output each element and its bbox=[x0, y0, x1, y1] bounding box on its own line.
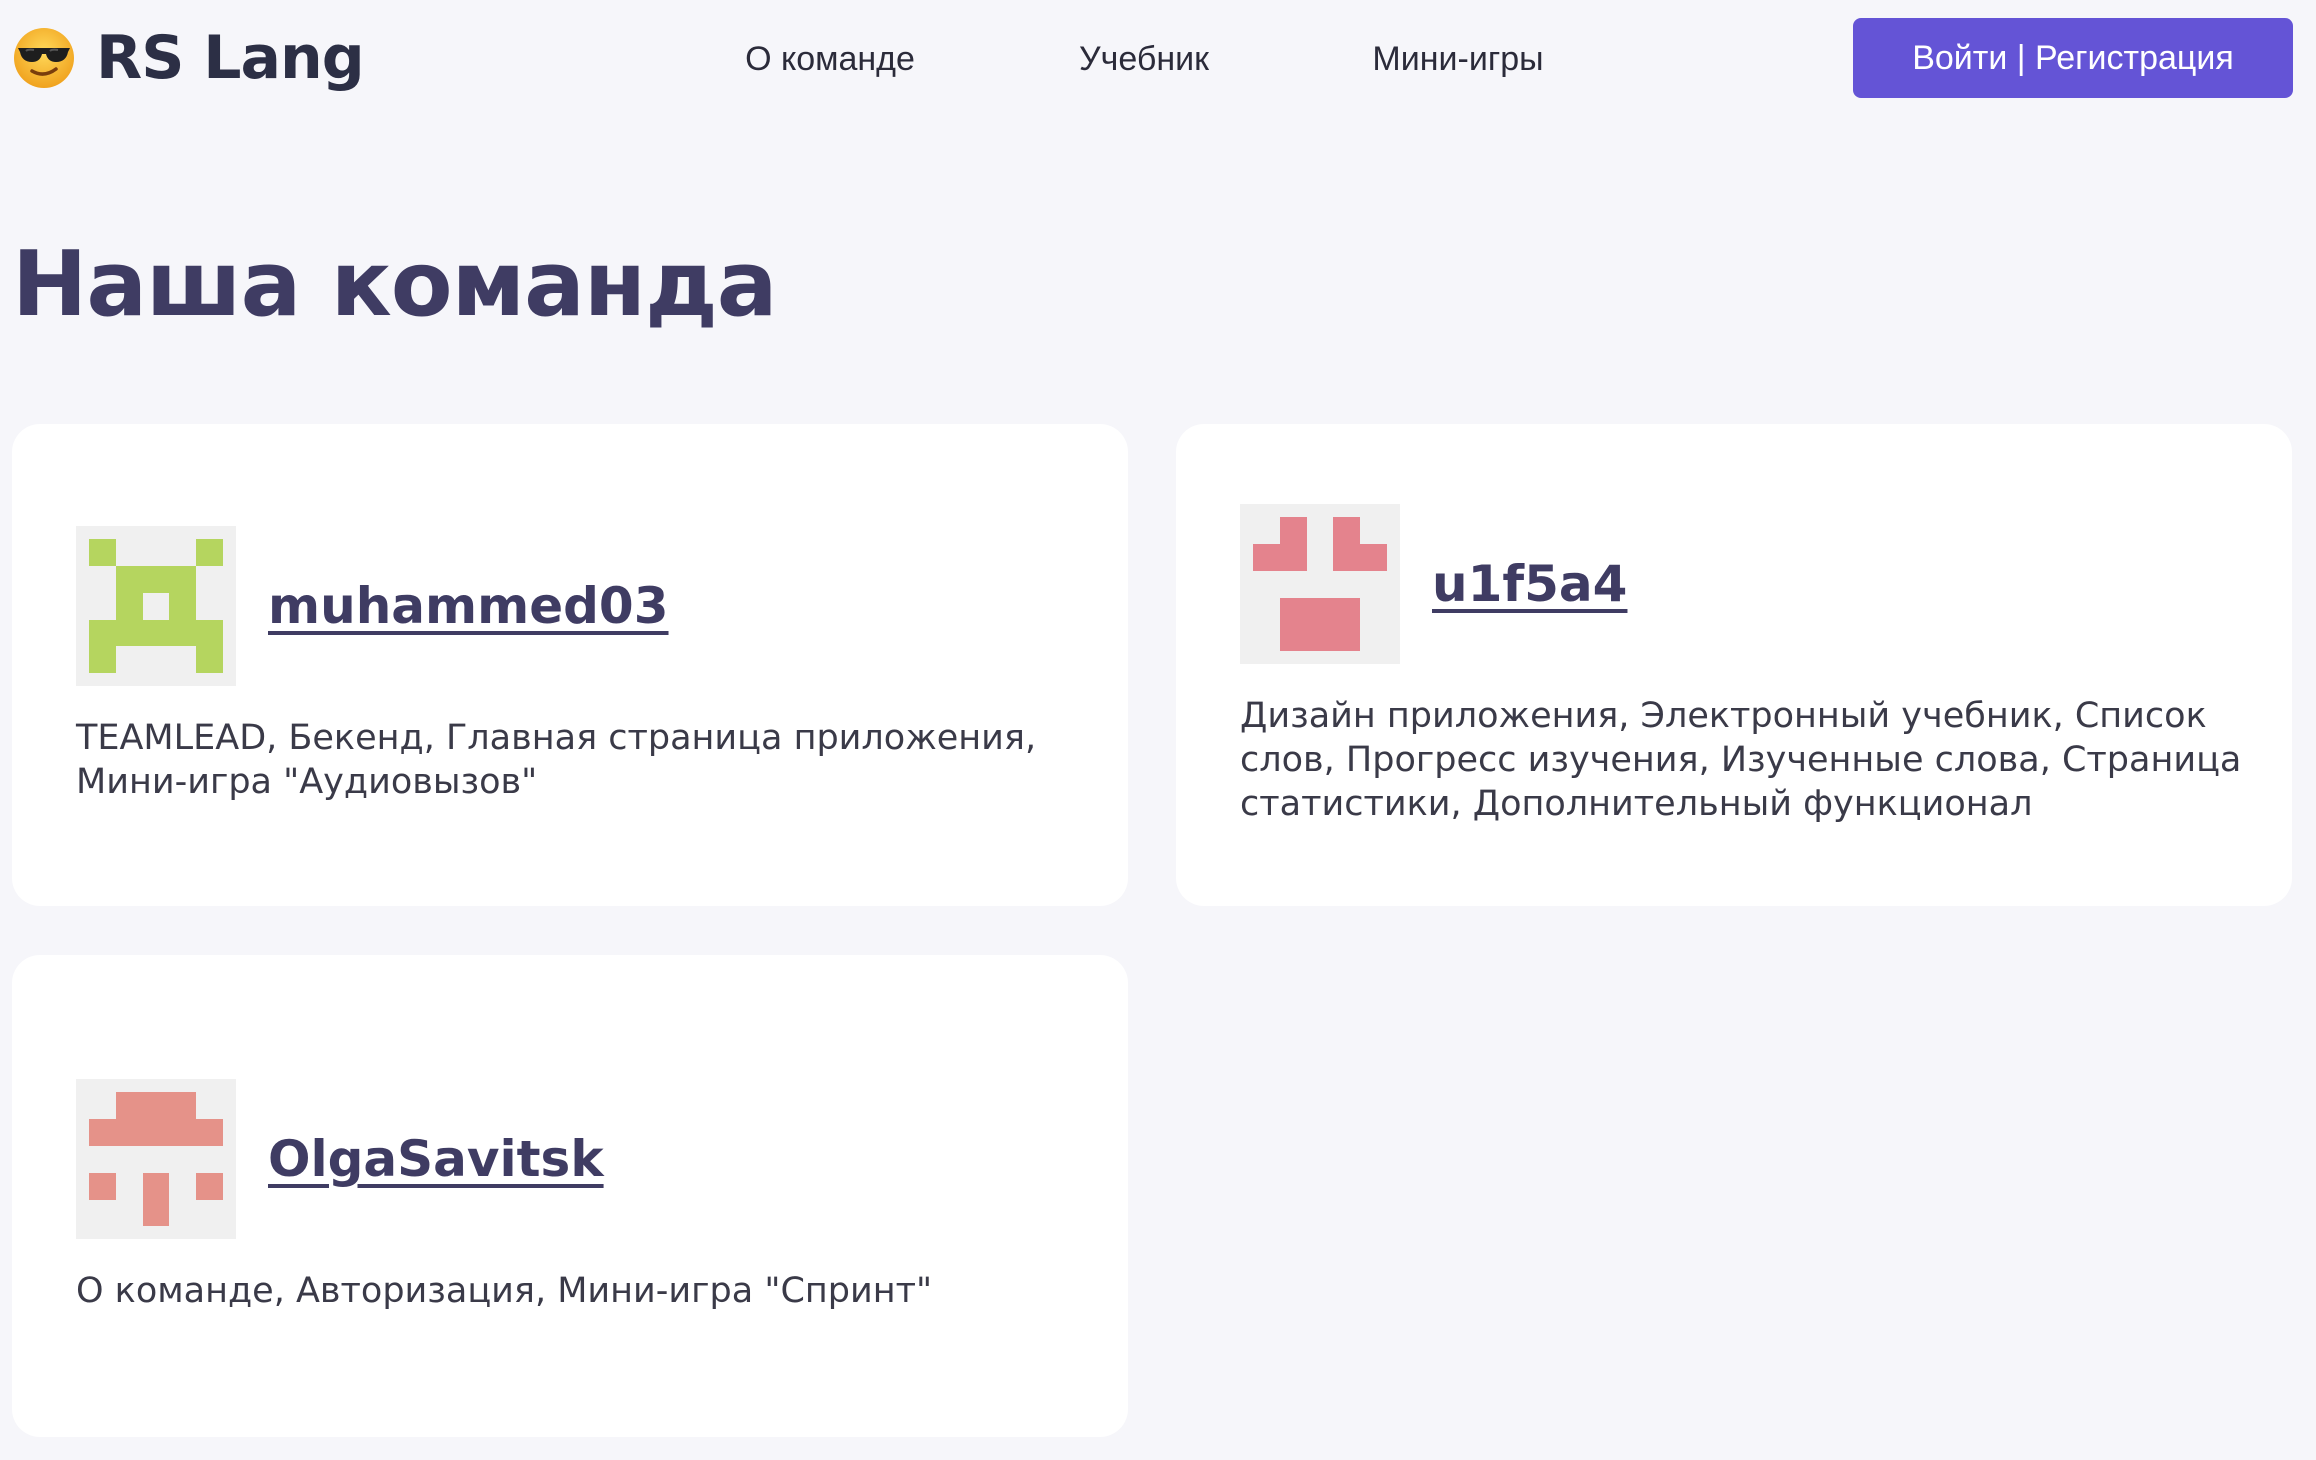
site-header: RS Lang О команде Учебник Мини-игры Войт… bbox=[0, 0, 2316, 120]
nav-link-mini-games[interactable]: Мини-игры bbox=[1372, 34, 1543, 84]
logo-link[interactable]: RS Lang bbox=[12, 18, 365, 98]
identicon-avatar-icon bbox=[76, 526, 236, 686]
member-roles: Дизайн приложения, Электронный учебник, … bbox=[1240, 696, 2242, 824]
login-register-button[interactable]: Войти | Регистрация bbox=[1853, 18, 2293, 98]
member-roles: О команде, Авторизация, Мини-игра "Сприн… bbox=[76, 1271, 933, 1311]
team-member-card: OlgaSavitsk О команде, Авторизация, Мини… bbox=[12, 955, 1128, 1437]
team-member-card: u1f5a4 Дизайн приложения, Электронный уч… bbox=[1176, 424, 2292, 906]
team-member-card: muhammed03 TEAMLEAD, Бекенд, Главная стр… bbox=[12, 424, 1128, 906]
member-header: OlgaSavitsk bbox=[76, 1079, 604, 1239]
brand-name: RS Lang bbox=[96, 23, 365, 93]
member-header: u1f5a4 bbox=[1240, 504, 1627, 664]
nav-link-textbook[interactable]: Учебник bbox=[1079, 34, 1209, 84]
page-title: Наша команда bbox=[12, 232, 778, 337]
member-roles: TEAMLEAD, Бекенд, Главная страница прило… bbox=[76, 718, 1037, 802]
member-github-link[interactable]: OlgaSavitsk bbox=[268, 1130, 604, 1188]
member-header: muhammed03 bbox=[76, 526, 669, 686]
identicon-avatar-icon bbox=[76, 1079, 236, 1239]
identicon-avatar-icon bbox=[1240, 504, 1400, 664]
nav-link-about[interactable]: О команде bbox=[745, 34, 915, 84]
member-github-link[interactable]: muhammed03 bbox=[268, 577, 669, 635]
sunglasses-emoji-icon bbox=[14, 28, 74, 88]
member-github-link[interactable]: u1f5a4 bbox=[1432, 555, 1627, 613]
